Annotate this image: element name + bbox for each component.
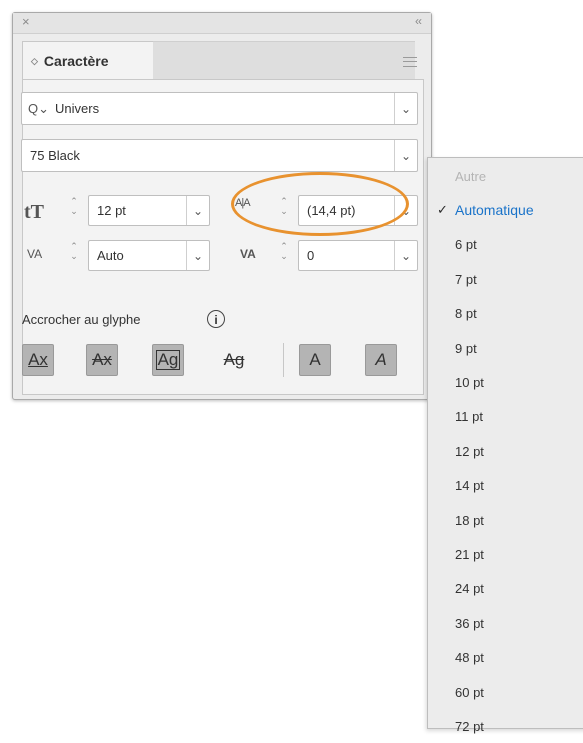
proximity-guides-icon: Ag [223,350,245,369]
leading-menu-item-label: 60 pt [455,684,484,700]
angular-guides-icon: A [309,350,321,369]
leading-menu-item-label: 21 pt [455,546,484,562]
leading-menu-item-label: 6 pt [455,237,477,253]
font-style-value: 75 Black [30,148,80,163]
font-family-dropdown-icon[interactable]: ⌄ [394,93,417,124]
leading-menu-item[interactable]: 10 pt [428,365,583,399]
font-size-field[interactable]: 12 pt ⌄ [88,195,210,226]
leading-menu-item[interactable]: 6 pt [428,228,583,262]
tracking-field[interactable]: 0 ⌄ [298,240,418,271]
leading-menu-item[interactable]: 24 pt [428,572,583,606]
leading-menu-item-label: 11 pt [455,409,483,425]
leading-menu-item[interactable]: 8 pt [428,297,583,331]
collapse-icon[interactable]: ‹‹ [415,14,422,28]
leading-menu-item-label: 48 pt [455,650,484,666]
leading-menu-item-label: Autre [455,168,487,184]
leading-menu-item-label: 36 pt [455,615,484,631]
leading-menu-item[interactable]: 72 pt [428,709,583,743]
leading-menu-item-label: 72 pt [455,718,484,734]
leading-icon: A|A [235,197,251,209]
tracking-stepper[interactable]: ⌃ ⌄ [276,241,292,271]
font-size-dropdown-icon[interactable]: ⌄ [186,196,209,225]
tab-label: Caractère [43,53,109,69]
leading-menu-item[interactable]: ✓ Automatique [428,193,583,227]
kerning-stepper[interactable]: ⌃ ⌄ [66,241,82,271]
font-style-dropdown-icon[interactable]: ⌄ [394,140,417,171]
leading-menu-item-label: Automatique [455,202,534,219]
tracking-icon: VA [240,247,256,261]
snap-xheight-button[interactable]: Ax [86,344,118,376]
leading-menu-item-label: 7 pt [455,271,477,287]
leading-menu-item-label: 14 pt [455,478,484,494]
kerning-field[interactable]: Auto ⌄ [88,240,210,271]
anchor-point-icon: A [375,350,387,369]
glyph-bounds-icon: Ag [155,350,181,370]
tracking-value: 0 [307,248,315,263]
leading-menu-item-label: 12 pt [455,443,484,459]
font-size-stepper[interactable]: ⌃ ⌄ [66,196,82,226]
leading-menu-item-label: 24 pt [455,581,484,597]
leading-menu-item[interactable]: 12 pt [428,434,583,468]
leading-menu-item[interactable]: 21 pt [428,537,583,571]
snap-proximity-guides-button[interactable]: Ag [218,344,250,376]
leading-menu-item[interactable]: 9 pt [428,331,583,365]
leading-value: (14,4 pt) [307,203,356,218]
font-family-field[interactable]: Q⌄ Univers ⌄ [21,92,418,125]
snap-baseline-button[interactable]: Ax [22,344,54,376]
leading-field[interactable]: (14,4 pt) ⌄ [298,195,418,226]
leading-menu-item-label: 10 pt [455,374,484,390]
leading-dropdown-icon[interactable]: ⌄ [394,196,417,225]
search-icon[interactable]: Q⌄ [22,101,49,117]
baseline-glyph-icon: Ax [28,350,48,369]
panel-title-bar: × ‹‹ [13,13,431,34]
leading-stepper[interactable]: ⌃ ⌄ [276,196,292,226]
leading-menu-item[interactable]: 36 pt [428,606,583,640]
font-family-value: Univers [55,101,100,116]
tracking-dropdown-icon[interactable]: ⌄ [394,241,417,270]
glyph-buttons-divider [283,343,284,377]
tab-caractere[interactable]: ◇ Caractère [22,41,154,80]
snap-angular-guides-button[interactable]: A [299,344,331,376]
tab-chevron-icon: ◇ [31,55,38,66]
kerning-icon: VA [27,247,43,261]
info-icon[interactable]: i [207,310,225,328]
kerning-value: Auto [97,248,124,263]
xheight-glyph-icon: Ax [92,350,112,369]
panel-menu-icon[interactable] [403,57,417,67]
leading-menu-item[interactable]: 60 pt [428,675,583,709]
leading-dropdown-menu: Autre ✓ Automatique 6 pt 7 pt 8 pt 9 pt 10 pt 11… [427,157,583,734]
kerning-dropdown-icon[interactable]: ⌄ [186,241,209,270]
font-style-field[interactable]: 75 Black ⌄ [21,139,418,172]
font-size-icon: tT [24,201,44,223]
leading-menu-item[interactable]: 7 pt [428,262,583,296]
snap-to-glyph-label: Accrocher au glyphe [22,312,141,327]
leading-menu-item-label: 8 pt [455,306,477,322]
snap-glyph-bounds-button[interactable]: Ag [152,344,184,376]
font-size-value: 12 pt [97,203,126,218]
leading-menu-item[interactable]: 18 pt [428,503,583,537]
checkmark-icon: ✓ [437,202,448,218]
leading-menu-item-label: 9 pt [455,340,477,356]
close-icon[interactable]: × [22,14,30,29]
leading-menu-item: Autre [428,159,583,193]
leading-menu-item[interactable]: 11 pt [428,400,583,434]
tab-strip [153,41,415,80]
leading-menu-item[interactable]: 48 pt [428,641,583,675]
leading-menu-item-label: 18 pt [455,512,484,528]
leading-menu-item[interactable]: 14 pt [428,469,583,503]
snap-anchor-point-button[interactable]: A [365,344,397,376]
